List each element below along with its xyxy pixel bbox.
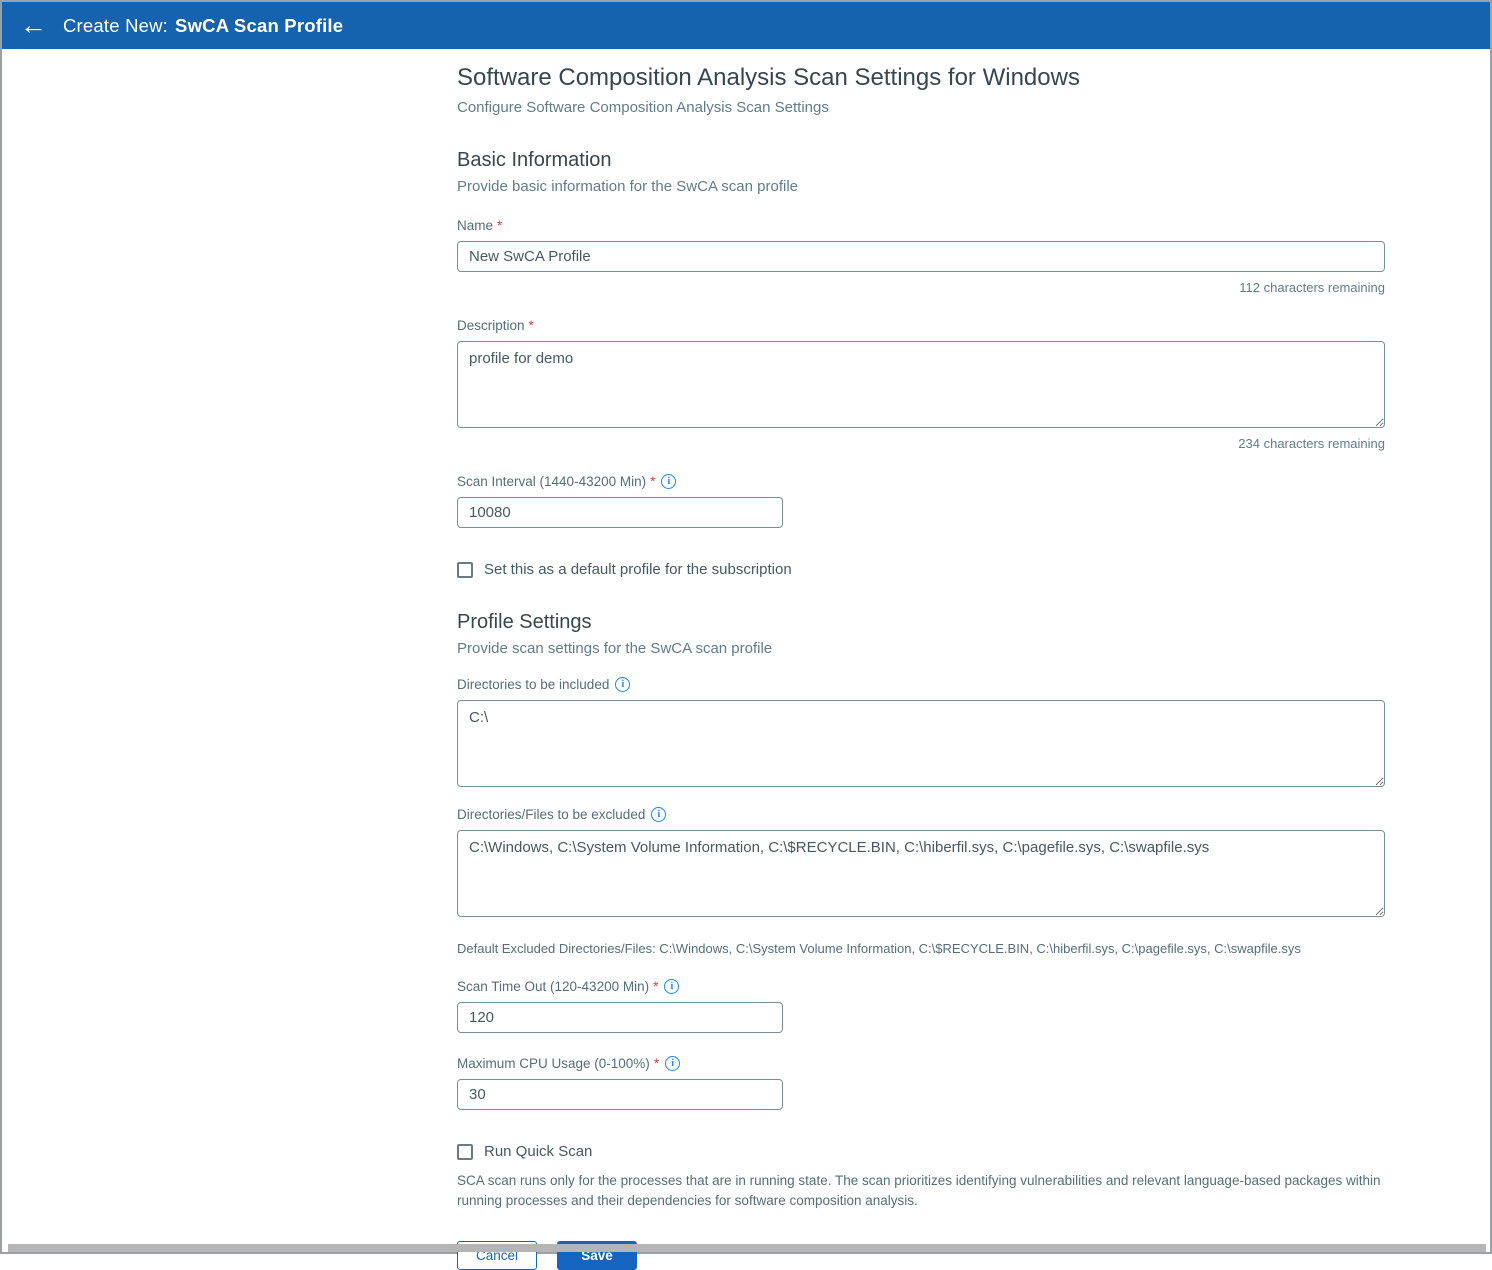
scan-interval-input[interactable] (457, 497, 783, 528)
default-profile-checkbox[interactable] (457, 562, 473, 578)
max-cpu-info-icon[interactable]: i (665, 1056, 680, 1071)
description-textarea[interactable]: profile for demo (457, 341, 1385, 428)
scan-interval-required-asterisk: * (650, 474, 655, 489)
app-bar-title: Create New: SwCA Scan Profile (63, 15, 343, 37)
description-label: Description * (457, 318, 1385, 333)
form-content: Software Composition Analysis Scan Setti… (457, 49, 1385, 1270)
max-cpu-label-text: Maximum CPU Usage (0-100%) (457, 1056, 650, 1071)
section-title-basic-information: Basic Information (457, 149, 1385, 172)
dirs-included-label-text: Directories to be included (457, 677, 609, 692)
name-input[interactable] (457, 241, 1385, 272)
default-profile-checkbox-row[interactable]: Set this as a default profile for the su… (457, 561, 1385, 578)
dirs-included-info-icon[interactable]: i (615, 677, 630, 692)
default-profile-checkbox-label: Set this as a default profile for the su… (484, 561, 792, 578)
description-characters-remaining: 234 characters remaining (457, 436, 1385, 451)
quick-scan-note: SCA scan runs only for the processes tha… (457, 1171, 1385, 1212)
scan-timeout-info-icon[interactable]: i (664, 979, 679, 994)
dirs-excluded-label-text: Directories/Files to be excluded (457, 807, 645, 822)
scan-timeout-label: Scan Time Out (120-43200 Min) * i (457, 979, 1385, 994)
horizontal-scrollbar[interactable] (8, 1244, 1486, 1252)
scan-timeout-required-asterisk: * (653, 979, 658, 994)
section-title-profile-settings: Profile Settings (457, 611, 1385, 634)
name-label: Name * (457, 218, 1385, 233)
dirs-included-label: Directories to be included i (457, 677, 1385, 692)
dirs-excluded-textarea[interactable]: C:\Windows, C:\System Volume Information… (457, 830, 1385, 917)
back-arrow-icon[interactable]: ← (20, 12, 47, 39)
default-excluded-note: Default Excluded Directories/Files: C:\W… (457, 941, 1385, 956)
page-subtitle: Configure Software Composition Analysis … (457, 99, 1385, 116)
scan-timeout-label-text: Scan Time Out (120-43200 Min) (457, 979, 649, 994)
max-cpu-input[interactable] (457, 1079, 783, 1110)
page-title: Software Composition Analysis Scan Setti… (457, 64, 1385, 92)
app-bar: ← Create New: SwCA Scan Profile (2, 2, 1490, 49)
scan-interval-info-icon[interactable]: i (661, 474, 676, 489)
section-subtitle-basic-information: Provide basic information for the SwCA s… (457, 178, 1385, 195)
description-required-asterisk: * (529, 318, 534, 333)
scan-timeout-input[interactable] (457, 1002, 783, 1033)
dirs-excluded-label: Directories/Files to be excluded i (457, 807, 1385, 822)
scan-interval-label: Scan Interval (1440-43200 Min) * i (457, 474, 1385, 489)
description-label-text: Description (457, 318, 525, 333)
name-label-text: Name (457, 218, 493, 233)
max-cpu-required-asterisk: * (654, 1056, 659, 1071)
dirs-excluded-info-icon[interactable]: i (651, 807, 666, 822)
name-characters-remaining: 112 characters remaining (457, 280, 1385, 295)
scan-interval-label-text: Scan Interval (1440-43200 Min) (457, 474, 646, 489)
quick-scan-checkbox[interactable] (457, 1144, 473, 1160)
quick-scan-checkbox-row[interactable]: Run Quick Scan (457, 1143, 1385, 1160)
app-bar-title-profile-name: SwCA Scan Profile (175, 15, 343, 36)
quick-scan-checkbox-label: Run Quick Scan (484, 1143, 592, 1160)
section-subtitle-profile-settings: Provide scan settings for the SwCA scan … (457, 640, 1385, 657)
dirs-included-textarea[interactable]: C:\ (457, 700, 1385, 787)
name-required-asterisk: * (497, 218, 502, 233)
swca-scan-profile-page: { "header": { "back_icon": "←", "title_p… (0, 0, 1492, 1254)
app-bar-title-prefix: Create New: (63, 15, 168, 36)
max-cpu-label: Maximum CPU Usage (0-100%) * i (457, 1056, 1385, 1071)
